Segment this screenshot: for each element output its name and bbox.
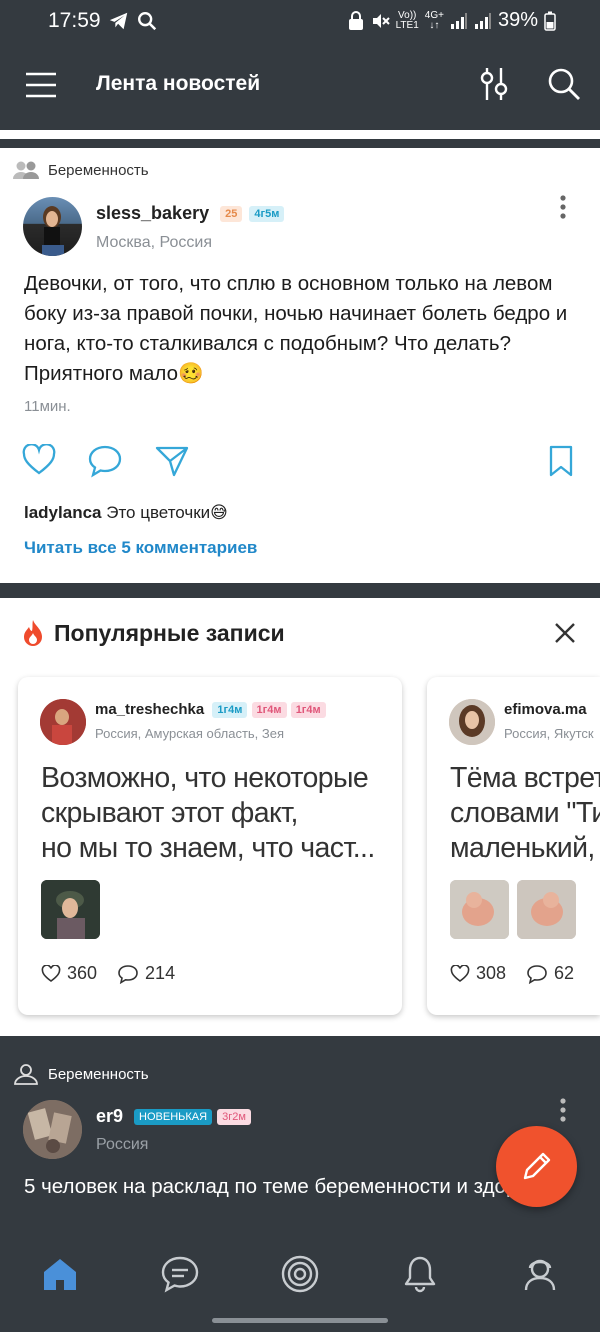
share-icon[interactable] <box>155 445 189 477</box>
comment-icon[interactable] <box>117 964 139 984</box>
signal-icon <box>450 12 467 29</box>
text-line: Возможно, что некоторые <box>41 762 369 794</box>
more-vertical-icon[interactable] <box>556 194 570 222</box>
previous-post-end <box>0 130 600 139</box>
child-age-badge: 1г4м <box>290 702 326 719</box>
popular-card[interactable]: ma_treshechka 1г4м 1г4м 1г4м Россия, Аму… <box>18 677 402 1015</box>
more-vertical-icon[interactable] <box>556 1097 570 1125</box>
telegram-icon <box>109 12 128 30</box>
search-icon[interactable] <box>546 66 582 102</box>
heart-icon[interactable] <box>41 964 61 983</box>
popular-author[interactable]: efimova.ma <box>504 701 587 718</box>
author-location: Россия, Якутск <box>504 726 594 741</box>
avatar[interactable] <box>40 699 86 745</box>
smile-emoji: 😅 <box>210 503 228 522</box>
comment-author[interactable]: ladylanca <box>24 503 102 522</box>
author-location: Москва, Россия <box>96 234 212 251</box>
signal-icon <box>474 12 491 29</box>
popular-text: Возможно, что некоторые скрывают этот фа… <box>41 761 391 866</box>
likes-count: 308 <box>476 963 507 983</box>
post-group[interactable]: Беременность <box>12 160 149 180</box>
woozy-emoji: 🥴 <box>178 362 204 385</box>
child-age-badge: 1г4м <box>251 702 287 719</box>
read-all-comments-link[interactable]: Читать все 5 комментариев <box>24 538 257 558</box>
child-age-badge: 3г2м <box>217 1109 251 1126</box>
filter-icon[interactable] <box>476 66 512 102</box>
search-icon <box>138 12 157 31</box>
likes-count: 360 <box>67 963 98 983</box>
group-people-icon <box>14 1064 38 1085</box>
post-author[interactable]: sless_bakery 25 4г5м <box>96 203 285 224</box>
child-age-badge: 1г4м <box>212 702 248 719</box>
group-people-icon <box>13 161 39 179</box>
photo-thumbnail[interactable] <box>41 880 100 939</box>
avatar[interactable] <box>449 699 495 745</box>
home-indicator[interactable] <box>212 1318 388 1323</box>
comment-preview[interactable]: ladylanca Это цветочки😅 <box>24 503 228 523</box>
battery-icon <box>544 11 556 31</box>
photo-thumbnail[interactable] <box>517 880 576 939</box>
create-post-button[interactable] <box>496 1126 577 1207</box>
text-line: маленький, <box>450 832 595 864</box>
comment-icon[interactable] <box>526 964 548 984</box>
popular-card[interactable]: efimova.ma Россия, Якутск Тёма встрет сл… <box>427 677 600 1015</box>
username[interactable]: sless_bakery <box>96 203 209 223</box>
post-body: Девочки, от того, что сплю в основном то… <box>24 272 568 385</box>
heart-icon[interactable] <box>22 444 56 476</box>
popular-title: Популярные записи <box>54 620 285 646</box>
pencil-icon <box>523 1152 551 1180</box>
post-author[interactable]: er9 НОВЕНЬКАЯ 3г2м <box>96 1106 251 1127</box>
post-text[interactable]: Девочки, от того, что сплю в основном то… <box>24 269 584 389</box>
author-location: Россия <box>96 1136 149 1153</box>
child-age-badge: 4г5м <box>249 206 285 223</box>
comment-text: Это цветочки <box>106 503 211 522</box>
home-icon[interactable] <box>40 1254 80 1294</box>
post-card[interactable]: Беременность sless_bakery 25 4г5м Москва… <box>0 148 600 583</box>
volte-label: Vo)) <box>398 9 417 21</box>
status-bar: 17:59 Vo)) LTE1 4G+ ↓↑ 39% <box>0 0 600 44</box>
battery-percent: 39% <box>497 9 538 31</box>
network-4g-icon: 4G+ ↓↑ <box>424 9 444 31</box>
target-icon[interactable] <box>280 1254 320 1294</box>
post-group[interactable]: Беременность <box>12 1063 149 1085</box>
post-stats: 360 214 <box>41 963 175 984</box>
author-location: Россия, Амурская область, Зея <box>95 726 285 741</box>
username[interactable]: ma_treshechka <box>95 701 204 718</box>
fire-icon <box>24 620 42 646</box>
network-label: 4G+ <box>424 9 444 21</box>
page-title: Лента новостей <box>96 72 261 95</box>
hamburger-icon[interactable] <box>24 70 58 100</box>
comments-count: 214 <box>145 963 176 983</box>
close-icon[interactable] <box>554 622 576 644</box>
bookmark-icon[interactable] <box>548 445 574 477</box>
photo-thumbnail[interactable] <box>450 880 509 939</box>
text-line: Тёма встрет <box>450 762 600 794</box>
status-time: 17:59 <box>48 9 101 32</box>
mute-icon <box>372 13 390 28</box>
username[interactable]: er9 <box>96 1106 123 1126</box>
volte-icon: Vo)) LTE1 <box>395 9 419 31</box>
lte-label: LTE1 <box>395 19 419 31</box>
age-badge: 25 <box>220 206 243 223</box>
avatar[interactable] <box>23 1100 82 1159</box>
post-time: 11мин. <box>24 398 71 415</box>
avatar[interactable] <box>23 197 82 256</box>
comments-count: 62 <box>554 963 575 983</box>
bell-icon[interactable] <box>400 1254 440 1294</box>
text-line: но мы то знаем, что част... <box>41 832 375 864</box>
text-line: словами "Ти <box>450 797 600 829</box>
popular-text: Тёма встрет словами "Ти маленький, <box>450 761 600 866</box>
group-name: Беременность <box>48 161 149 179</box>
app-bar: Лента новостей <box>0 44 600 126</box>
new-user-badge: НОВЕНЬКАЯ <box>134 1109 213 1126</box>
heart-icon[interactable] <box>450 964 470 983</box>
profile-icon[interactable] <box>520 1254 560 1294</box>
text-line: скрывают этот факт, <box>41 797 298 829</box>
lock-icon <box>348 10 363 30</box>
comment-icon[interactable] <box>87 444 123 478</box>
chat-icon[interactable] <box>160 1254 200 1294</box>
post-stats: 308 62 <box>450 963 574 984</box>
popular-author[interactable]: ma_treshechka 1г4м 1г4м 1г4м <box>95 701 326 719</box>
group-name: Беременность <box>48 1065 149 1083</box>
